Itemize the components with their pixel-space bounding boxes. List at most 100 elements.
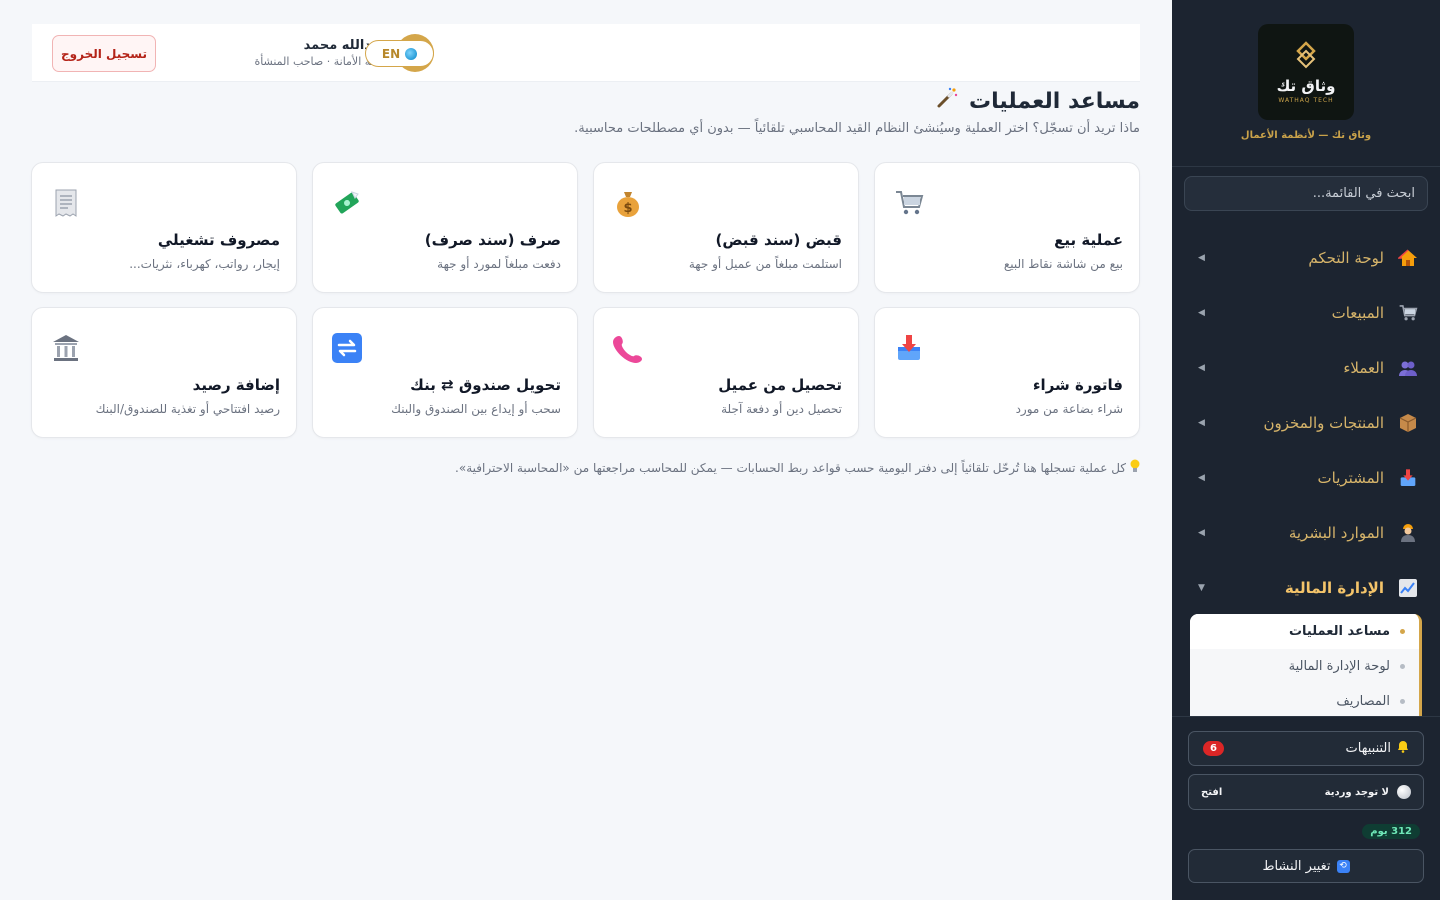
shift-status: لا توجد وردية افتح <box>1188 774 1424 810</box>
lightbulb-icon <box>1130 459 1140 476</box>
cart-icon <box>893 187 925 219</box>
days-remaining-badge: 312 يوم <box>1362 824 1420 839</box>
cart-icon <box>1396 301 1420 325</box>
operation-card-receipt-voucher[interactable]: $ قبض (سند قبض) استلمت مبلغاً من عميل أو… <box>593 162 859 293</box>
card-title: عملية بيع <box>1054 231 1123 249</box>
sidebar-item-dashboard[interactable]: لوحة التحكم ◀ <box>1172 230 1440 285</box>
bell-icon <box>1397 740 1409 757</box>
caret-left-icon: ◀ <box>1198 527 1205 538</box>
sidebar-item-label: المنتجات والمخزون <box>1263 413 1384 432</box>
sidebar-item-human-resources[interactable]: الموارد البشرية ◀ <box>1172 505 1440 560</box>
card-description: إيجار، رواتب، كهرباء، نثريات... <box>129 257 280 271</box>
change-activity-button[interactable]: ⟲ تغيير النشاط <box>1188 849 1424 883</box>
inbox-tray-icon <box>893 332 925 364</box>
magic-wand-icon <box>935 86 959 116</box>
language-label: EN <box>381 46 401 61</box>
submenu-item-label: المصاريف <box>1336 694 1390 709</box>
operation-card-operating-expense[interactable]: مصروف تشغيلي إيجار، رواتب، كهرباء، نثريا… <box>31 162 297 293</box>
operation-card-collect-from-customer[interactable]: تحصيل من عميل تحصيل دين أو دفعة آجلة <box>593 307 859 438</box>
sidebar-item-purchases[interactable]: المشتريات ◀ <box>1172 450 1440 505</box>
footnote: كل عملية تسجلها هنا تُرحّل تلقائياً إلى … <box>455 459 1140 476</box>
open-shift-button[interactable]: افتح <box>1201 787 1222 798</box>
card-title: تحويل صندوق ⇄ بنك <box>410 376 561 394</box>
card-description: سحب أو إيداع بين الصندوق والبنك <box>391 402 561 416</box>
footnote-text: كل عملية تسجلها هنا تُرحّل تلقائياً إلى … <box>455 460 1126 475</box>
logout-button[interactable]: تسجيل الخروج <box>52 35 156 72</box>
bullet-icon <box>1400 664 1405 669</box>
bank-icon <box>50 332 82 364</box>
logo-subtext: WATHAQ TECH <box>1278 96 1334 104</box>
sidebar-item-sales[interactable]: المبيعات ◀ <box>1172 285 1440 340</box>
operation-card-sale[interactable]: عملية بيع بيع من شاشة نقاط البيع <box>874 162 1140 293</box>
card-title: فاتورة شراء <box>1032 376 1123 394</box>
shift-status-label: لا توجد وردية <box>1324 786 1389 798</box>
brand-tagline: وثاق تك — لأنظمة الأعمال <box>1240 130 1372 141</box>
house-icon <box>1396 246 1420 270</box>
sidebar-footer: التنبيهات 6 لا توجد وردية افتح 312 يوم ⟲… <box>1172 716 1440 900</box>
card-description: بيع من شاشة نقاط البيع <box>1003 257 1123 271</box>
page-title: مساعد العمليات <box>935 86 1140 116</box>
caret-left-icon: ◀ <box>1198 252 1205 263</box>
change-activity-label: تغيير النشاط <box>1262 858 1331 874</box>
card-description: استلمت مبلغاً من عميل أو جهة <box>688 257 842 271</box>
sidebar-item-financial-management[interactable]: الإدارة المالية ▼ <box>1172 560 1440 615</box>
notifications-count-badge: 6 <box>1203 741 1224 756</box>
sidebar-item-label: العملاء <box>1343 358 1384 377</box>
caret-left-icon: ◀ <box>1198 472 1205 483</box>
menu-search-input[interactable]: ابحث في القائمة... <box>1184 176 1428 211</box>
submenu-item-operations-assistant[interactable]: مساعد العمليات <box>1190 614 1419 649</box>
sidebar-menu: لوحة التحكم ◀ المبيعات ◀ العملاء ◀ المنت… <box>1172 230 1440 615</box>
caret-left-icon: ◀ <box>1198 417 1205 428</box>
card-title: تحصيل من عميل <box>718 376 842 394</box>
card-description: رصيد افتتاحي أو تغذية للصندوق/البنك <box>95 402 280 416</box>
logo-mark-icon <box>1296 40 1316 68</box>
sidebar-item-label: الموارد البشرية <box>1288 523 1384 542</box>
operation-card-add-balance[interactable]: إضافة رصيد رصيد افتتاحي أو تغذية للصندوق… <box>31 307 297 438</box>
card-title: صرف (سند صرف) <box>424 231 561 249</box>
package-icon <box>1396 411 1420 435</box>
sidebar-item-customers[interactable]: العملاء ◀ <box>1172 340 1440 395</box>
submenu-item-label: مساعد العمليات <box>1288 624 1390 639</box>
sidebar-item-label: المبيعات <box>1331 303 1384 322</box>
transfer-icon <box>331 332 363 364</box>
caret-down-icon: ▼ <box>1198 582 1205 593</box>
sidebar-item-label: الإدارة المالية <box>1284 578 1384 597</box>
status-circle-icon <box>1397 785 1411 799</box>
sidebar-item-label: لوحة التحكم <box>1308 248 1384 267</box>
money-wings-icon <box>331 187 363 219</box>
logo[interactable]: وثاق تك WATHAQ TECH <box>1258 24 1354 120</box>
page-title-text: مساعد العمليات <box>969 88 1140 114</box>
caret-left-icon: ◀ <box>1198 362 1205 373</box>
notifications-button[interactable]: التنبيهات 6 <box>1188 731 1424 766</box>
sidebar-item-products-inventory[interactable]: المنتجات والمخزون ◀ <box>1172 395 1440 450</box>
users-icon <box>1396 356 1420 380</box>
operation-card-payment-voucher[interactable]: صرف (سند صرف) دفعت مبلغاً لمورد أو جهة <box>312 162 578 293</box>
bullet-icon <box>1400 629 1405 634</box>
logo-text: وثاق تك <box>1276 76 1336 95</box>
operation-card-cash-bank-transfer[interactable]: تحويل صندوق ⇄ بنك سحب أو إيداع بين الصند… <box>312 307 578 438</box>
sidebar-item-label: المشتريات <box>1317 468 1384 487</box>
submenu-item-financial-dashboard[interactable]: لوحة الإدارة المالية <box>1190 649 1419 684</box>
top-bar: ع عبدالله محمد بقالة الأمانة · صاحب المن… <box>32 24 1140 82</box>
chart-icon <box>1396 576 1420 600</box>
notifications-label: التنبيهات <box>1345 741 1391 756</box>
page-subtitle: ماذا تريد أن تسجّل؟ اختر العملية وسيُنشئ… <box>574 121 1140 136</box>
worker-icon <box>1396 521 1420 545</box>
sidebar: وثاق تك WATHAQ TECH وثاق تك — لأنظمة الأ… <box>1172 0 1440 900</box>
main-content: ع عبدالله محمد بقالة الأمانة · صاحب المن… <box>0 0 1172 900</box>
inbox-icon <box>1396 466 1420 490</box>
money-bag-icon: $ <box>612 187 644 219</box>
card-title: إضافة رصيد <box>192 376 280 394</box>
language-toggle-button[interactable]: EN <box>365 40 434 67</box>
card-title: مصروف تشغيلي <box>157 231 280 249</box>
financial-submenu: مساعد العمليات لوحة الإدارة المالية المص… <box>1190 614 1422 716</box>
caret-left-icon: ◀ <box>1198 307 1205 318</box>
submenu-item-expenses[interactable]: المصاريف <box>1190 684 1419 716</box>
operation-card-purchase-invoice[interactable]: فاتورة شراء شراء بضاعة من مورد <box>874 307 1140 438</box>
card-title: قبض (سند قبض) <box>715 231 842 249</box>
globe-icon <box>405 47 418 60</box>
submenu-item-label: لوحة الإدارة المالية <box>1288 659 1390 674</box>
card-description: شراء بضاعة من مورد <box>1015 402 1123 416</box>
phone-icon <box>612 332 644 364</box>
bullet-icon <box>1400 699 1405 704</box>
